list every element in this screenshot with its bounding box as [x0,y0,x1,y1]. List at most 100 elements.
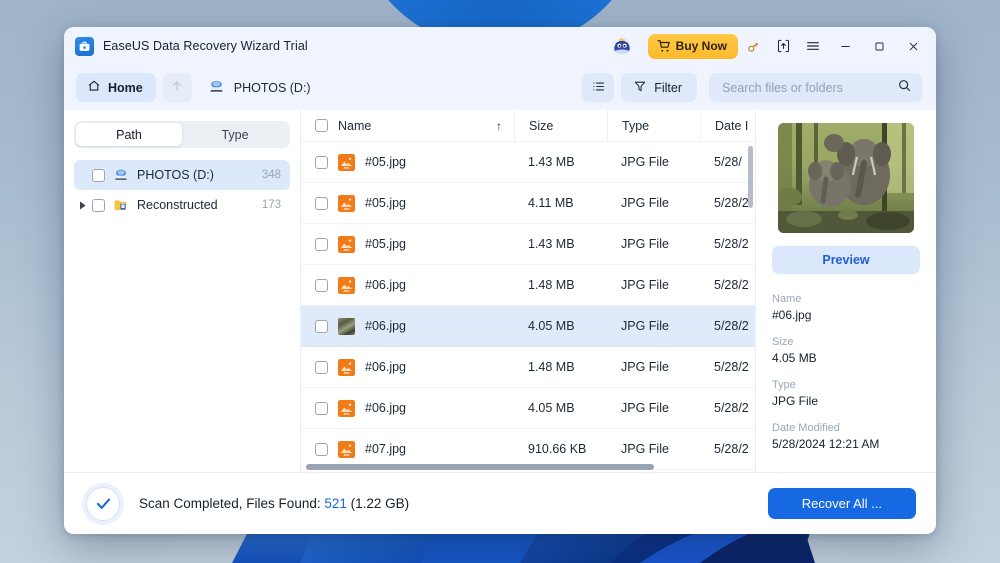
window-title: EaseUS Data Recovery Wizard Trial [103,39,308,53]
meta-key-date-modified: Date Modified [772,422,840,434]
row-checkbox[interactable] [315,360,328,374]
sort-ascending-icon[interactable]: ↑ [496,119,502,133]
shopping-cart-icon [657,39,671,53]
cell-size: 4.05 MB [528,401,575,415]
cell-name: #06.jpg [315,317,514,335]
sidebar-item-checkbox[interactable] [92,168,105,182]
minimize-icon[interactable] [828,30,862,62]
app-logo-icon [75,36,94,56]
sidebar-item-count: 348 [261,169,281,181]
hamburger-menu-icon[interactable] [798,31,828,61]
photo-thumbnail-icon [338,317,355,335]
home-button[interactable]: Home [76,73,156,102]
navigate-up-button[interactable] [162,73,192,102]
cell-date: 5/28/2 [714,196,749,210]
table-row[interactable]: JPG #06.jpg 1.48 MB JPG File 5/28/2 [301,347,755,388]
file-name: #05.jpg [365,196,407,210]
buy-now-button[interactable]: Buy Now [647,33,738,59]
tab-path[interactable]: Path [76,123,182,146]
tab-path-label: Path [116,127,142,142]
jpg-file-icon: JPG [338,153,355,171]
cell-name: JPG #05.jpg [315,194,514,212]
svg-text:JPG: JPG [343,248,350,252]
close-icon[interactable] [896,30,930,62]
recover-all-button[interactable]: Recover All ... [767,488,916,519]
list-view-button[interactable] [582,73,615,102]
license-key-icon[interactable] [738,31,768,61]
sidebar-item-label: PHOTOS (D:) [137,168,214,182]
search-icon[interactable] [897,78,912,98]
maximize-icon[interactable] [862,30,896,62]
file-name: #05.jpg [365,155,407,169]
horizontal-scrollbar-thumb[interactable] [306,463,654,470]
horizontal-scrollbar[interactable] [301,461,755,472]
column-label-type: Type [622,118,650,133]
hard-drive-icon [113,167,129,183]
breadcrumb[interactable]: PHOTOS (D:) [208,78,311,98]
row-checkbox[interactable] [315,442,328,456]
cell-name: JPG #05.jpg [315,235,514,253]
svg-text:JPG: JPG [343,412,350,416]
table-row[interactable]: JPG #05.jpg 4.11 MB JPG File 5/28/2 [301,183,755,224]
chevron-right-icon[interactable] [74,201,92,210]
table-row[interactable]: JPG #05.jpg 1.43 MB JPG File 5/28/2 [301,224,755,265]
list-view-icon [591,79,606,97]
row-checkbox[interactable] [315,278,328,292]
cell-type: JPG File [621,237,669,251]
select-all-checkbox[interactable] [315,119,328,132]
jpg-file-icon: JPG [338,276,355,294]
cell-size: 1.43 MB [528,155,575,169]
column-label-size: Size [529,118,554,133]
folder-lock-icon [113,197,129,213]
sidebar-item-checkbox[interactable] [92,198,105,212]
cell-date: 5/28/2 [714,319,749,333]
cell-type: JPG File [621,360,669,374]
jpg-file-icon: JPG [338,399,355,417]
filter-button[interactable]: Filter [621,73,697,102]
status-prefix: Scan Completed, Files Found: [139,496,325,511]
table-row[interactable]: JPG #05.jpg 1.43 MB JPG File 5/28/ [301,142,755,183]
cell-size: 1.48 MB [528,278,575,292]
file-name: #07.jpg [365,442,407,456]
row-checkbox[interactable] [315,155,328,169]
column-header-date-modified[interactable]: Date I [700,110,755,141]
table-row[interactable]: JPG #06.jpg 4.05 MB JPG File 5/28/2 [301,388,755,429]
file-name: #06.jpg [365,278,407,292]
column-header-size[interactable]: Size [514,110,607,141]
row-checkbox[interactable] [315,237,328,251]
file-name: #05.jpg [365,237,407,251]
row-checkbox[interactable] [315,319,328,333]
file-metadata: Name #06.jpg Size 4.05 MB Type JPG File … [772,293,920,451]
cell-date: 5/28/ [714,155,742,169]
meta-value-date-modified: 5/28/2024 12:21 AM [772,437,880,451]
sidebar-item-reconstructed[interactable]: Reconstructed 173 [74,190,290,220]
check-circle-icon [82,482,124,525]
search-input[interactable] [722,80,897,95]
tab-type[interactable]: Type [182,123,288,146]
sidebar-item-photos-d[interactable]: PHOTOS (D:) 348 [74,160,290,190]
sidebar: Path Type PHOTOS (D:) 348 Reconstructed … [64,110,301,472]
cell-type: JPG File [621,442,669,456]
table-row[interactable]: #06.jpg 4.05 MB JPG File 5/28/2 [301,306,755,347]
meta-value-name: #06.jpg [772,308,812,322]
svg-text:JPG: JPG [343,166,350,170]
filter-label: Filter [654,80,682,95]
mascot-avatar-icon[interactable] [605,30,638,62]
search-box[interactable] [709,73,922,102]
cell-name: JPG #06.jpg [315,276,514,294]
upgrade-box-icon[interactable] [768,31,798,61]
table-row[interactable]: JPG #06.jpg 1.48 MB JPG File 5/28/2 [301,265,755,306]
vertical-scrollbar[interactable] [748,146,753,208]
column-header-type[interactable]: Type [607,110,700,141]
jpg-file-icon: JPG [338,194,355,212]
cell-name: JPG #07.jpg [315,440,514,458]
jpg-file-icon: JPG [338,235,355,253]
cell-size: 4.11 MB [528,196,574,210]
row-checkbox[interactable] [315,401,328,415]
cell-name: JPG #06.jpg [315,358,514,376]
row-checkbox[interactable] [315,196,328,210]
arrow-up-icon [170,79,184,96]
file-name: #06.jpg [365,319,407,333]
preview-button[interactable]: Preview [772,246,920,274]
column-header-name[interactable]: Name ↑ [315,110,514,141]
